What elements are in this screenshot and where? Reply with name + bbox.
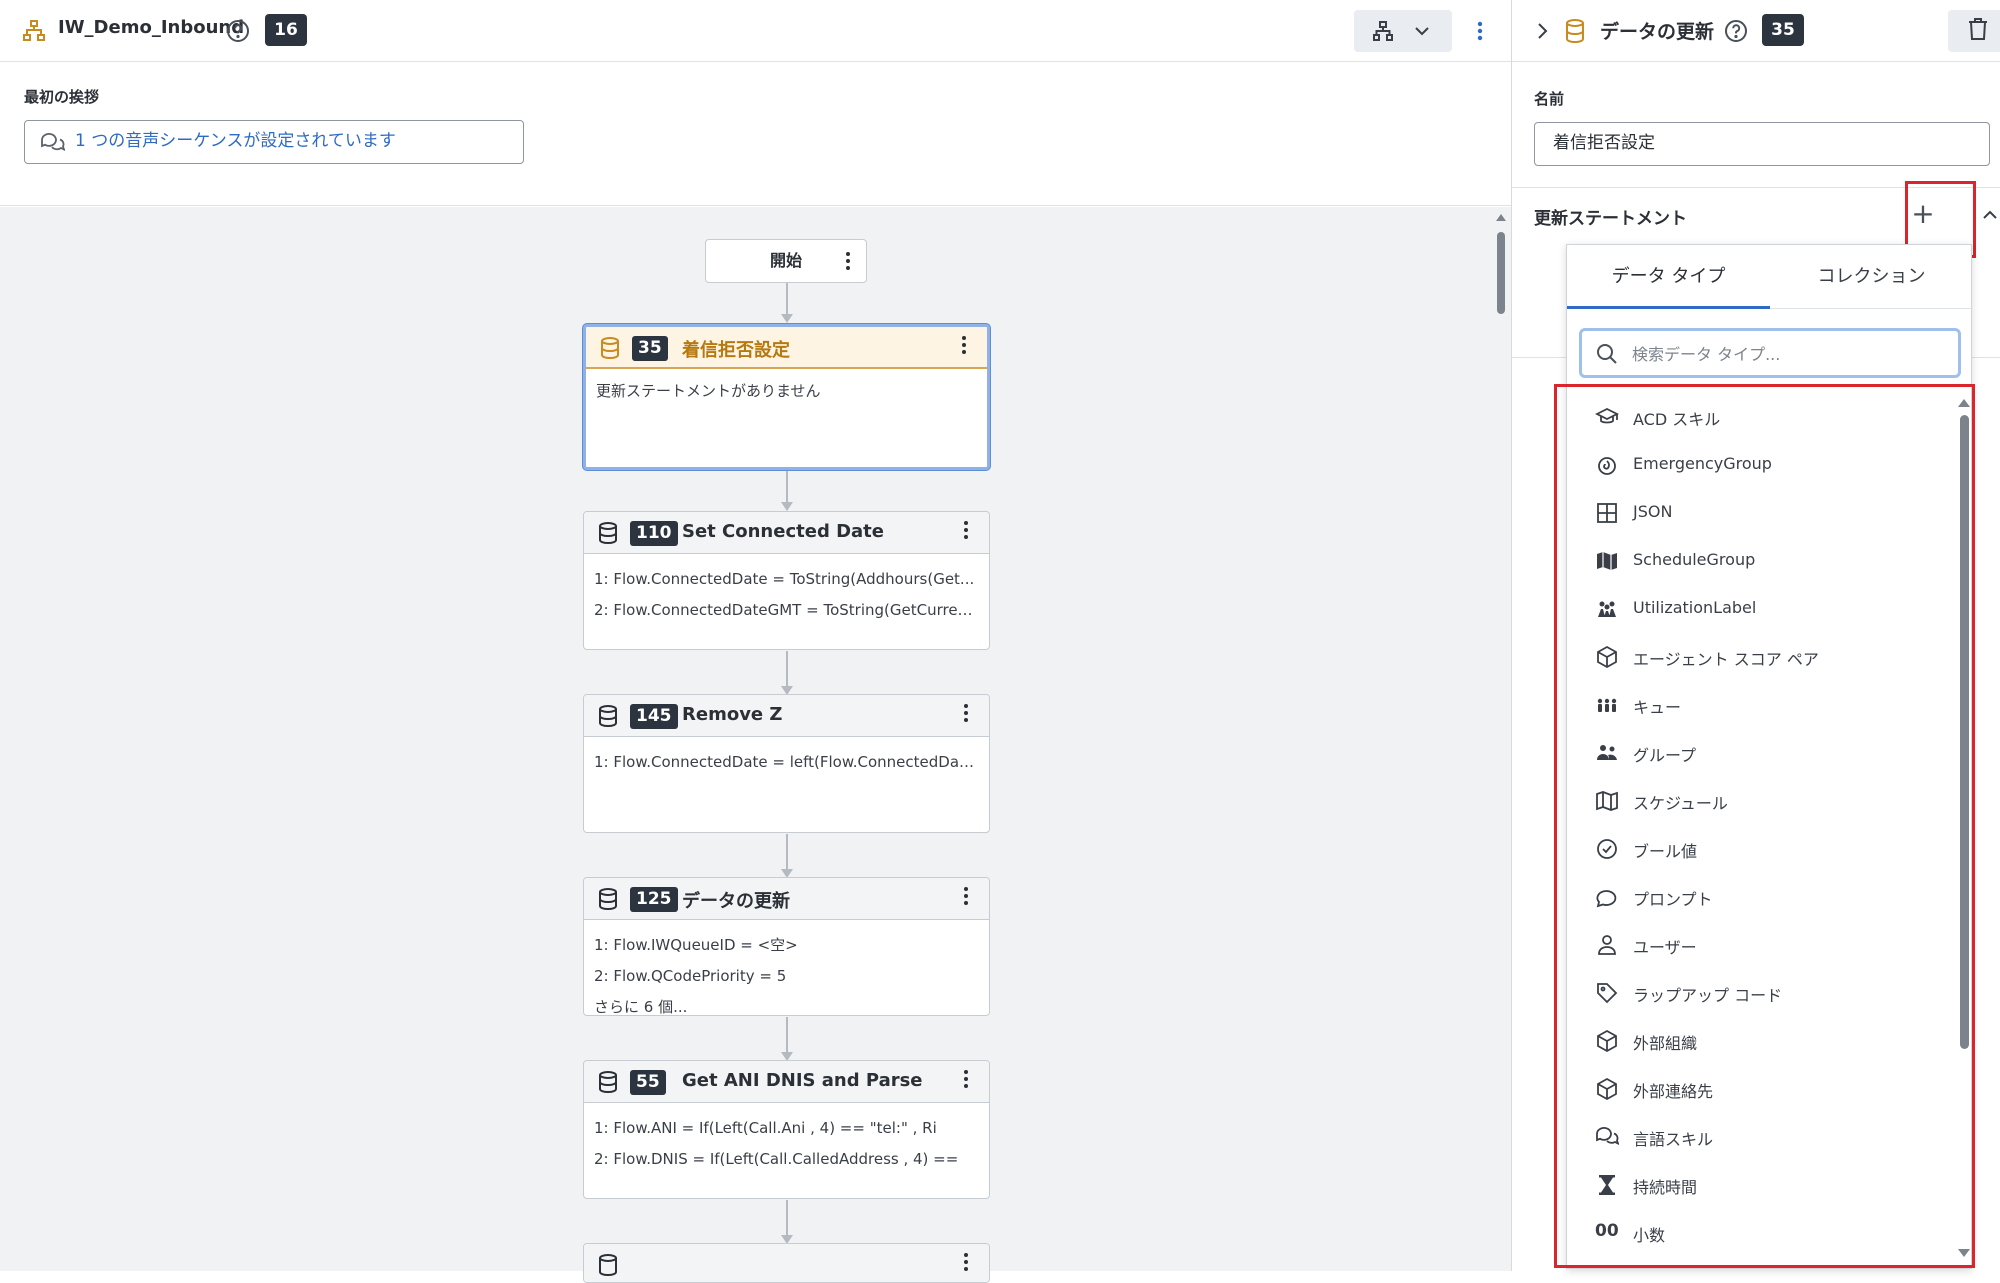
more-options-icon[interactable] (963, 1069, 979, 1095)
node-line: 1: Flow.ConnectedDate = left(Flow.Connec… (594, 753, 979, 771)
more-options-icon[interactable] (963, 703, 979, 729)
node-title: Remove Z (682, 704, 783, 725)
more-options-icon[interactable] (840, 248, 856, 274)
initial-greeting-section: 最初の挨拶 1 つの音声シーケンスが設定されています (0, 62, 1511, 206)
start-node[interactable]: 開始 (705, 239, 867, 283)
tab-collection[interactable]: コレクション (1770, 245, 1973, 309)
node-line: 2: Flow.DNIS = If(Left(Call.CalledAddres… (594, 1150, 959, 1168)
database-icon (598, 1071, 618, 1094)
tab-data-type[interactable]: データ タイプ (1567, 245, 1770, 309)
flow-editor: IW_Demo_Inbound 16 最初の挨拶 1 つの音声シーケンスが設定さ… (0, 0, 1512, 1283)
annotation-highlight-box (1554, 384, 1975, 1268)
node-id-badge: 110 (630, 521, 678, 546)
name-field[interactable]: 着信拒否設定 (1534, 122, 1990, 166)
node-body: 1: Flow.ConnectedDate = left(Flow.Connec… (594, 747, 979, 778)
flow-node-partial[interactable] (583, 1243, 990, 1283)
node-line: 1: Flow.IWQueueID = <空> (594, 936, 798, 954)
initial-greeting-label: 最初の挨拶 (24, 88, 100, 106)
start-node-label: 開始 (769, 251, 802, 270)
delete-button[interactable] (1948, 10, 2000, 52)
node-id-badge: 35 (632, 336, 668, 361)
node-header: 55 Get ANI DNIS and Parse (584, 1061, 989, 1103)
search-input[interactable] (1632, 341, 1942, 367)
node-title: Set Connected Date (682, 521, 884, 542)
initial-greeting-field[interactable]: 1 つの音声シーケンスが設定されています (24, 120, 524, 164)
initial-greeting-value: 1 つの音声シーケンスが設定されています (75, 131, 396, 151)
database-icon (600, 337, 620, 360)
flow-node[interactable]: 55 Get ANI DNIS and Parse 1: Flow.ANI = … (583, 1060, 990, 1199)
help-icon[interactable] (226, 19, 250, 43)
flow-node-selected[interactable]: 35 着信拒否設定 更新ステートメントがありません (583, 324, 990, 470)
node-body: 1: Flow.IWQueueID = <空> 2: Flow.QCodePri… (594, 930, 979, 1016)
node-id-badge: 55 (630, 1070, 666, 1095)
chevron-up-icon[interactable] (1980, 204, 2000, 226)
node-line: 2: Flow.QCodePriority = 5 (594, 967, 787, 985)
node-body: 1: Flow.ConnectedDate = ToString(Addhour… (594, 564, 979, 626)
node-line: 1: Flow.ConnectedDate = ToString(Addhour… (594, 570, 975, 588)
node-header: 110 Set Connected Date (584, 512, 989, 554)
flow-tree-icon (22, 19, 46, 43)
flow-toolbar: IW_Demo_Inbound 16 (0, 0, 1511, 62)
update-statements-label: 更新ステートメント (1534, 209, 1687, 229)
node-id-badge: 145 (630, 704, 678, 729)
more-options-icon[interactable] (963, 520, 979, 546)
database-icon (1564, 18, 1586, 44)
node-line: さらに 6 個... (594, 998, 688, 1016)
canvas-scrollbar[interactable] (1494, 210, 1508, 1262)
search-box[interactable] (1579, 328, 1961, 378)
node-line: 更新ステートメントがありません (596, 382, 821, 400)
dropdown-tabs: データ タイプ コレクション (1567, 245, 1973, 309)
search-icon (1596, 343, 1618, 365)
node-title: 着信拒否設定 (682, 340, 790, 361)
more-options-icon[interactable] (961, 335, 977, 361)
node-line: 1: Flow.ANI = If(Left(Call.Ani , 4) == "… (594, 1119, 937, 1137)
trash-icon (1967, 17, 1989, 45)
more-options-icon[interactable] (1468, 14, 1492, 48)
flow-node[interactable]: 110 Set Connected Date 1: Flow.Connected… (583, 511, 990, 650)
node-title: データの更新 (682, 891, 790, 912)
panel-header: データの更新 35 (1512, 0, 2000, 62)
layout-dropdown-button[interactable] (1354, 10, 1452, 52)
node-header (584, 1244, 989, 1282)
node-header: 35 着信拒否設定 (586, 327, 987, 369)
chat-bubbles-icon (39, 131, 65, 153)
node-header: 125 データの更新 (584, 878, 989, 920)
node-body: 更新ステートメントがありません (596, 376, 977, 407)
flow-count-badge: 16 (265, 14, 307, 46)
node-body: 1: Flow.ANI = If(Left(Call.Ani , 4) == "… (594, 1113, 979, 1175)
database-icon (598, 522, 618, 545)
panel-id-badge: 35 (1762, 14, 1804, 46)
database-icon (598, 1254, 618, 1277)
name-label: 名前 (1534, 90, 1565, 108)
database-icon (598, 888, 618, 911)
more-options-icon[interactable] (963, 886, 979, 912)
node-line: 2: Flow.ConnectedDateGMT = ToString(GetC… (594, 601, 979, 619)
more-options-icon[interactable] (963, 1252, 979, 1278)
flow-title: IW_Demo_Inbound (58, 17, 245, 38)
node-id-badge: 125 (630, 887, 678, 912)
panel-title: データの更新 (1600, 21, 1715, 43)
help-icon[interactable] (1724, 19, 1748, 43)
node-header: 145 Remove Z (584, 695, 989, 737)
node-title: Get ANI DNIS and Parse (682, 1070, 923, 1091)
database-icon (598, 705, 618, 728)
flow-node[interactable]: 125 データの更新 1: Flow.IWQueueID = <空> 2: Fl… (583, 877, 990, 1016)
chevron-right-icon[interactable] (1534, 20, 1550, 42)
flow-node[interactable]: 145 Remove Z 1: Flow.ConnectedDate = lef… (583, 694, 990, 833)
